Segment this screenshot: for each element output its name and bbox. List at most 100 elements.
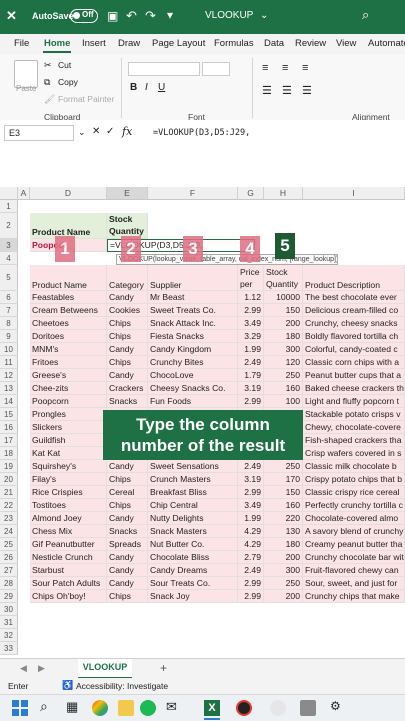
format-painter-button[interactable]: Format Painter <box>58 94 114 104</box>
table-cell[interactable]: 150 <box>264 304 303 317</box>
align-right-icon[interactable]: ☰ <box>302 84 312 97</box>
undo-icon[interactable]: ↶ <box>126 8 137 24</box>
table-cell[interactable]: Crunchy chips that make <box>303 590 405 603</box>
table-cell[interactable]: Creamy peanut butter tha <box>303 538 405 551</box>
table-cell[interactable]: 120 <box>264 356 303 369</box>
row-header[interactable]: 30 <box>0 603 18 616</box>
table-header-e[interactable]: Category <box>107 265 148 291</box>
table-cell[interactable]: Candy <box>107 564 148 577</box>
table-cell[interactable]: Snacks <box>107 395 148 408</box>
copy-button[interactable]: Copy <box>58 77 78 87</box>
table-cell[interactable]: 1.99 <box>238 343 264 356</box>
table-cell[interactable]: Candy <box>107 291 148 304</box>
table-cell[interactable]: 2.99 <box>238 577 264 590</box>
table-cell[interactable]: 1.79 <box>238 369 264 382</box>
row-header[interactable]: 26 <box>0 551 18 564</box>
row-header[interactable]: 24 <box>0 525 18 538</box>
table-cell[interactable]: Classic crispy rice cereal <box>303 486 405 499</box>
table-cell[interactable]: Chips <box>107 330 148 343</box>
table-cell[interactable]: Delicious cream-filled co <box>303 304 405 317</box>
table-cell[interactable]: 300 <box>264 343 303 356</box>
table-cell[interactable]: 2.99 <box>238 486 264 499</box>
row-header[interactable]: 19 <box>0 460 18 473</box>
paste-label[interactable]: Paste <box>16 84 36 93</box>
row-header[interactable]: 11 <box>0 356 18 369</box>
row-header[interactable]: 4 <box>0 252 18 265</box>
table-cell[interactable]: 150 <box>264 486 303 499</box>
table-cell[interactable]: Candy Dreams <box>148 564 238 577</box>
row-header[interactable]: 8 <box>0 317 18 330</box>
table-cell[interactable]: Starbust <box>30 564 107 577</box>
table-cell[interactable]: 3.29 <box>238 330 264 343</box>
table-cell[interactable]: Crackers <box>107 382 148 395</box>
table-cell[interactable]: Chocolate Bliss <box>148 551 238 564</box>
column-header-g[interactable]: G <box>238 187 264 200</box>
table-cell[interactable]: Chess Mix <box>30 525 107 538</box>
table-cell[interactable]: Greese's <box>30 369 107 382</box>
align-center-icon[interactable]: ☰ <box>282 84 292 97</box>
row-header[interactable]: 13 <box>0 382 18 395</box>
table-cell[interactable]: Gif Peanutbutter <box>30 538 107 551</box>
table-cell[interactable]: Feastables <box>30 291 107 304</box>
table-cell[interactable]: Chips <box>107 499 148 512</box>
table-cell[interactable]: Chips <box>107 590 148 603</box>
tab-insert[interactable]: Insert <box>82 38 106 49</box>
formula-input[interactable]: =VLOOKUP(D3,D5:J29, <box>153 128 250 138</box>
recorder-icon[interactable] <box>236 700 252 716</box>
table-cell[interactable]: 180 <box>264 330 303 343</box>
align-middle-icon[interactable]: ≡ <box>282 62 288 74</box>
table-header-h[interactable]: Stock Quantity <box>264 265 303 291</box>
table-cell[interactable]: Squirshey's <box>30 460 107 473</box>
table-cell[interactable]: Crisp wafers covered in s <box>303 447 405 460</box>
table-cell[interactable]: Fritoes <box>30 356 107 369</box>
table-cell[interactable]: 250 <box>264 577 303 590</box>
cancel-icon[interactable]: ✕ <box>92 126 100 137</box>
table-cell[interactable]: 200 <box>264 317 303 330</box>
column-header-h[interactable]: H <box>264 187 303 200</box>
table-cell[interactable]: Classic corn chips with a <box>303 356 405 369</box>
table-cell[interactable]: Snacks <box>107 525 148 538</box>
table-cell[interactable]: Almond Joey <box>30 512 107 525</box>
row-header[interactable]: 15 <box>0 408 18 421</box>
row-header[interactable]: 18 <box>0 447 18 460</box>
table-cell[interactable]: Candy <box>107 577 148 590</box>
table-cell[interactable]: Crispy potato chips that b <box>303 473 405 486</box>
cut-button[interactable]: Cut <box>58 60 71 70</box>
tab-data[interactable]: Data <box>264 38 284 49</box>
table-cell[interactable]: Snack Joy <box>148 590 238 603</box>
tab-automate[interactable]: Automate <box>368 38 405 49</box>
row-header[interactable]: 2 <box>0 213 18 239</box>
table-cell[interactable]: Breakfast Bliss <box>148 486 238 499</box>
table-cell[interactable]: 2.49 <box>238 460 264 473</box>
excel-taskbar-icon[interactable]: X <box>204 700 220 716</box>
table-cell[interactable]: Fish-shaped crackers tha <box>303 434 405 447</box>
column-header-a[interactable]: A <box>18 187 30 200</box>
autosave-toggle[interactable]: Off <box>70 9 98 23</box>
table-cell[interactable]: 1.99 <box>238 512 264 525</box>
table-cell[interactable]: Prongles <box>30 408 107 421</box>
font-name-box[interactable] <box>128 62 200 76</box>
table-cell[interactable]: 200 <box>264 551 303 564</box>
task-view-icon[interactable]: ▦ <box>66 699 82 715</box>
table-cell[interactable]: 4.29 <box>238 538 264 551</box>
table-cell[interactable]: Chewy, chocolate-covere <box>303 421 405 434</box>
table-cell[interactable]: Sweet Sensations <box>148 460 238 473</box>
file-explorer-icon[interactable] <box>118 700 134 716</box>
row-header[interactable]: 17 <box>0 434 18 447</box>
table-cell[interactable]: Fruit-flavored chewy can <box>303 564 405 577</box>
name-box-dropdown-icon[interactable]: ⌄ <box>78 127 86 138</box>
format-painter-icon[interactable]: 🖌 <box>44 94 55 105</box>
column-header-d[interactable]: D <box>30 187 107 200</box>
row-header[interactable]: 7 <box>0 304 18 317</box>
table-cell[interactable]: Doritoes <box>30 330 107 343</box>
tab-home[interactable]: Home <box>44 38 70 49</box>
table-header-i[interactable]: Product Description <box>303 265 405 291</box>
table-cell[interactable]: Baked cheese crackers th <box>303 382 405 395</box>
row-header[interactable]: 29 <box>0 590 18 603</box>
table-cell[interactable]: Chip Central <box>148 499 238 512</box>
align-top-icon[interactable]: ≡ <box>262 62 268 74</box>
table-cell[interactable]: 3.49 <box>238 499 264 512</box>
table-cell[interactable]: 2.79 <box>238 551 264 564</box>
save-icon[interactable]: ▣ <box>107 9 118 23</box>
table-cell[interactable]: 3.19 <box>238 382 264 395</box>
